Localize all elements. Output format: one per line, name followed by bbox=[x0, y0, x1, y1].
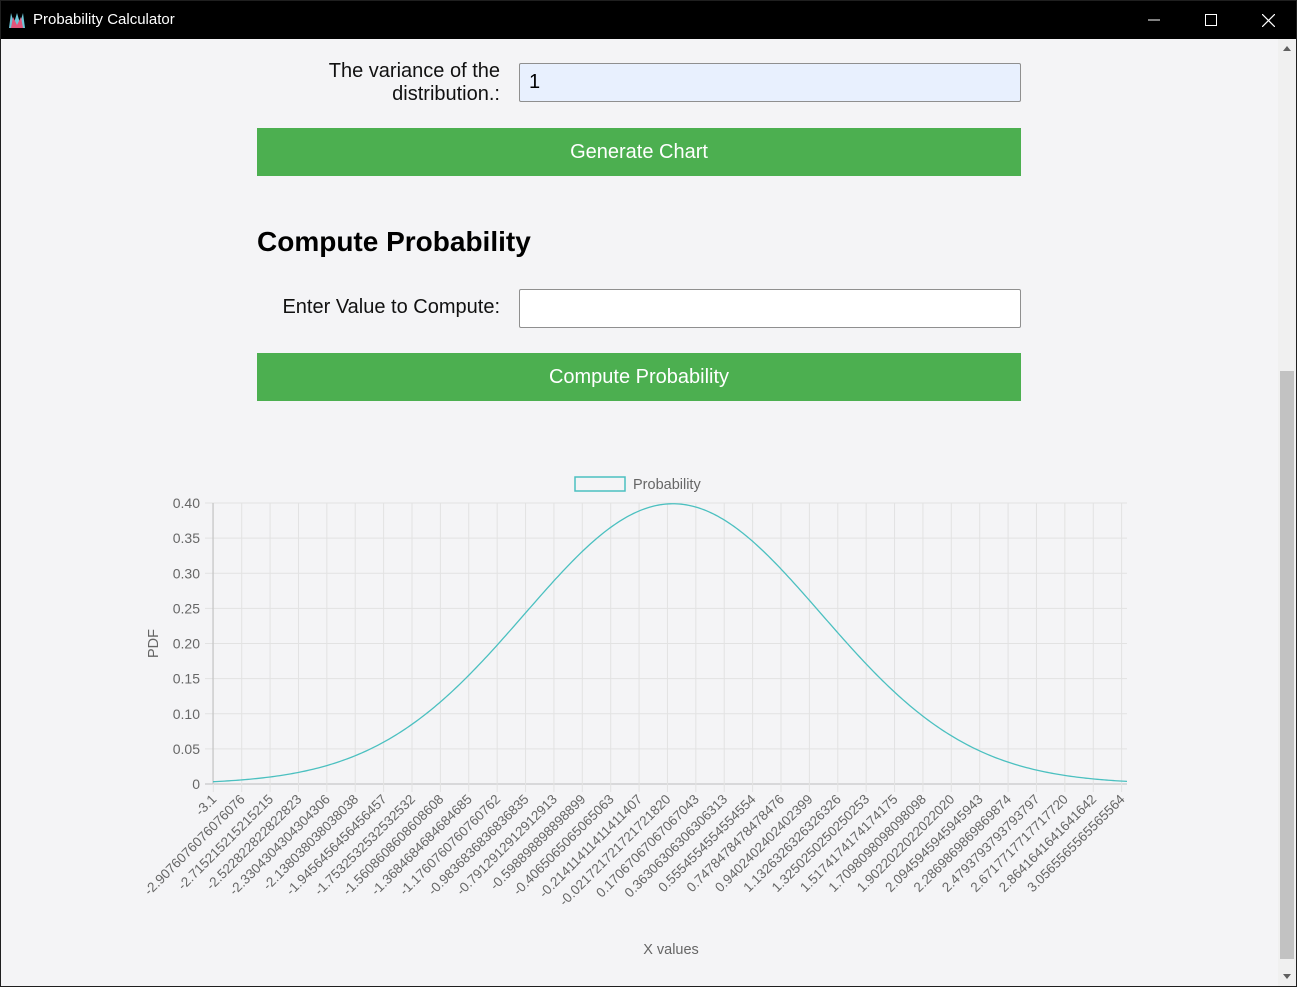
x-axis-title: X values bbox=[643, 942, 699, 958]
scroll-down-arrow-icon bbox=[1283, 974, 1291, 979]
window-title: Probability Calculator bbox=[33, 11, 175, 28]
y-tick-label: 0.15 bbox=[173, 671, 200, 687]
vertical-scrollbar[interactable] bbox=[1278, 39, 1296, 986]
y-tick-label: 0.20 bbox=[173, 636, 200, 652]
y-tick-label: 0.40 bbox=[173, 495, 200, 511]
y-tick-label: 0 bbox=[192, 776, 200, 792]
maximize-icon bbox=[1205, 14, 1217, 26]
series-line-probability bbox=[212, 503, 1128, 783]
y-tick-label: 0.35 bbox=[173, 530, 200, 546]
app-logo-icon bbox=[9, 13, 25, 28]
y-tick-label: 0.25 bbox=[173, 600, 200, 616]
main-content: The variance of the distribution.: Gener… bbox=[1, 39, 1278, 986]
app-window: Probability Calculator The variance of t… bbox=[0, 0, 1297, 987]
scroll-down-button[interactable] bbox=[1278, 968, 1296, 986]
y-axis-title: PDF bbox=[146, 629, 162, 658]
scroll-up-arrow-icon bbox=[1283, 46, 1291, 51]
legend-label: Probability bbox=[633, 477, 701, 493]
maximize-button[interactable] bbox=[1182, 1, 1240, 39]
close-icon bbox=[1261, 13, 1275, 27]
y-tick-label: 0.05 bbox=[173, 741, 200, 757]
y-tick-label: 0.30 bbox=[173, 565, 200, 581]
scrollbar-thumb[interactable] bbox=[1280, 371, 1294, 959]
scroll-up-button[interactable] bbox=[1278, 39, 1296, 57]
y-tick-label: 0.10 bbox=[173, 706, 200, 722]
minimize-icon bbox=[1148, 19, 1160, 21]
title-bar: Probability Calculator bbox=[1, 1, 1296, 39]
close-button[interactable] bbox=[1239, 1, 1297, 39]
minimize-button[interactable] bbox=[1125, 1, 1183, 39]
pdf-chart: 00.050.100.150.200.250.300.350.40-3.1-2.… bbox=[141, 476, 1128, 958]
legend-swatch bbox=[574, 476, 626, 492]
